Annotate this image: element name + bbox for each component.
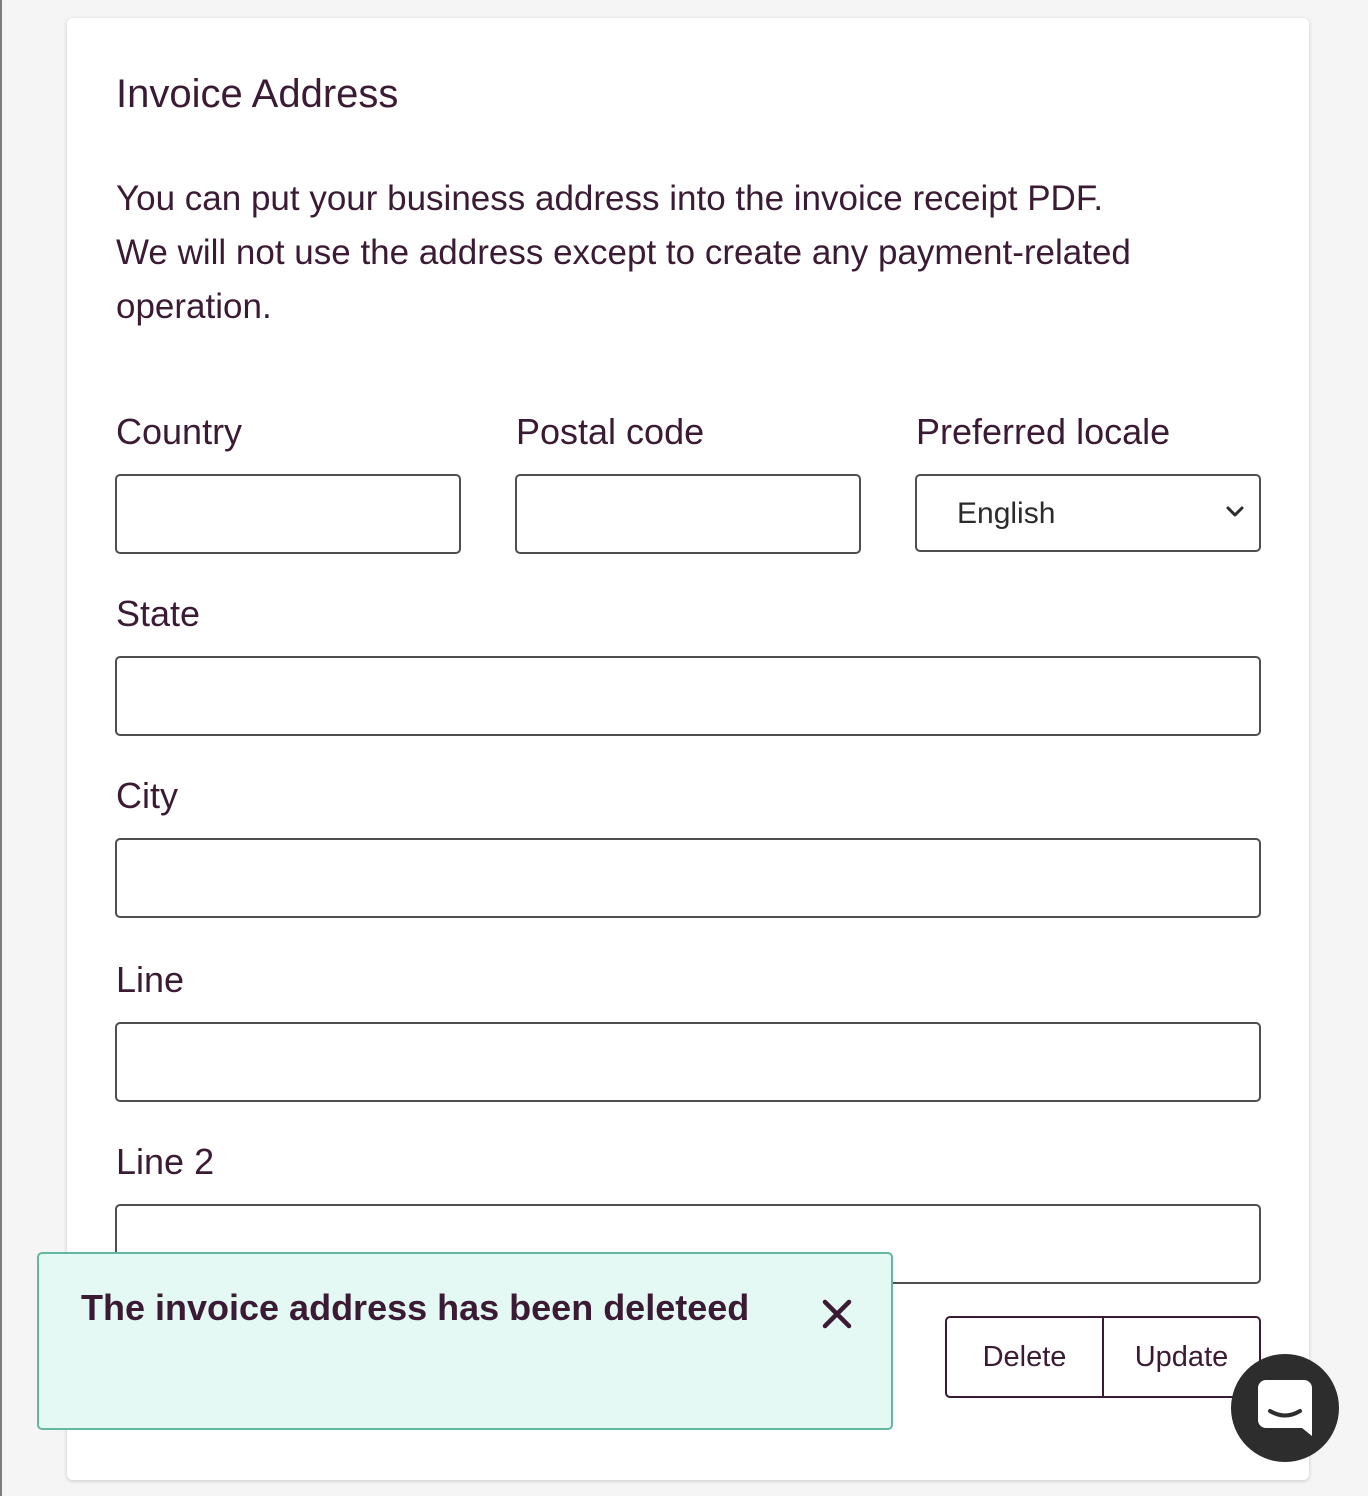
city-label: City bbox=[116, 775, 178, 816]
line2-label: Line 2 bbox=[116, 1141, 215, 1182]
country-input[interactable] bbox=[115, 474, 461, 554]
postal-code-input[interactable] bbox=[515, 474, 861, 554]
preferred-locale-label: Preferred locale bbox=[916, 411, 1171, 452]
country-label: Country bbox=[116, 411, 243, 452]
window-edge bbox=[0, 0, 2, 1496]
chat-launcher-button[interactable] bbox=[1231, 1354, 1339, 1462]
description-line-2: We will not use the address except to cr… bbox=[116, 233, 1131, 272]
state-label: State bbox=[116, 593, 201, 634]
page-title: Invoice Address bbox=[116, 72, 399, 116]
toast-message: The invoice address has been deleteed bbox=[81, 1287, 750, 1328]
line-input[interactable] bbox=[115, 1022, 1261, 1102]
close-icon[interactable] bbox=[819, 1296, 855, 1332]
delete-button[interactable]: Delete bbox=[947, 1318, 1102, 1396]
line-label: Line bbox=[116, 959, 185, 1000]
form-description: You can put your business address into t… bbox=[116, 172, 1266, 334]
chevron-down-icon bbox=[1226, 506, 1244, 517]
postal-code-label: Postal code bbox=[516, 411, 705, 452]
description-line-3: operation. bbox=[116, 287, 272, 326]
preferred-locale-value: English bbox=[957, 497, 1056, 530]
city-input[interactable] bbox=[115, 838, 1261, 918]
preferred-locale-select[interactable]: English bbox=[915, 474, 1261, 552]
form-actions: Delete Update bbox=[945, 1316, 1261, 1398]
state-input[interactable] bbox=[115, 656, 1261, 736]
toast-notification: The invoice address has been deleteed bbox=[37, 1252, 893, 1430]
description-line-1: You can put your business address into t… bbox=[116, 179, 1104, 218]
chat-icon bbox=[1258, 1380, 1312, 1436]
